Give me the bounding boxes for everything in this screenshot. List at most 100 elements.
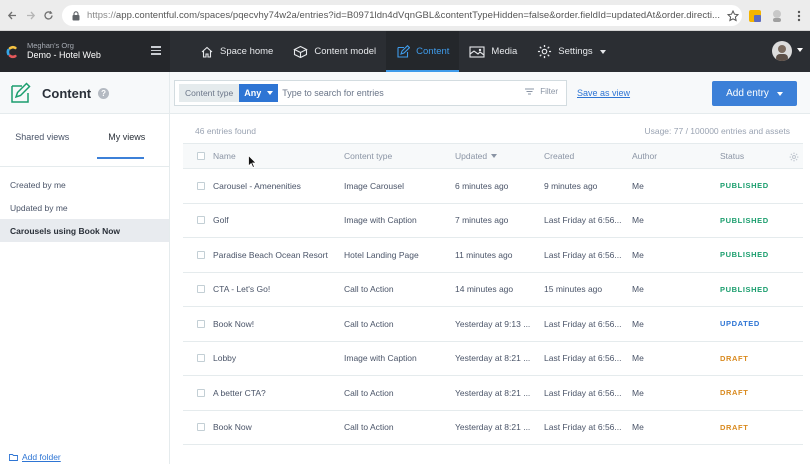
table-row[interactable]: Book Now! Call to Action Yesterday at 9:13… <box>183 307 803 342</box>
space-switcher[interactable]: Meghan's Org Demo - Hotel Web <box>0 31 170 72</box>
column-header-created[interactable]: Created <box>544 144 629 168</box>
status-badge: DRAFT <box>720 388 749 398</box>
content-type-select[interactable]: Any <box>239 84 279 102</box>
entry-content-type: Image with Caption <box>344 215 417 226</box>
entry-created: 9 minutes ago <box>544 180 598 191</box>
entry-updated: 11 minutes ago <box>455 249 513 260</box>
star-icon[interactable] <box>722 5 744 27</box>
back-icon[interactable] <box>3 5 21 25</box>
entry-author: Me <box>632 387 644 398</box>
forward-icon[interactable] <box>21 5 39 25</box>
view-created-by-me[interactable]: Created by me <box>0 173 169 196</box>
table-row[interactable]: A better CTA? Call to Action Yesterday at … <box>183 376 803 411</box>
table-row[interactable]: Golf Image with Caption 7 minutes ago Last … <box>183 204 803 238</box>
table-row[interactable]: CTA - Let's Go! Call to Action 14 minutes … <box>183 273 803 307</box>
entry-created: Last Friday at 6:56... <box>544 215 622 226</box>
add-folder-link[interactable]: Add folder <box>9 452 61 462</box>
add-entry-button[interactable]: Add entry <box>712 81 797 106</box>
folder-icon <box>9 453 18 461</box>
user-avatar[interactable] <box>772 41 792 61</box>
url-text: https://app.contentful.com/spaces/pqecvh… <box>87 10 720 21</box>
entry-name: Paradise Beach Ocean Resort <box>213 249 328 260</box>
add-folder-label: Add folder <box>22 452 61 462</box>
nav-media[interactable]: Media <box>459 31 527 72</box>
table-row[interactable]: Carousel - Amenenities Image Carousel 6 mi… <box>183 169 803 204</box>
select-all-checkbox[interactable] <box>197 152 205 160</box>
entry-author: Me <box>632 180 644 191</box>
status-badge: UPDATED <box>720 319 760 329</box>
entry-name: Book Now! <box>213 318 255 329</box>
entry-created: Last Friday at 6:56... <box>544 422 622 433</box>
entry-updated: Yesterday at 8:21 ... <box>455 387 531 398</box>
table-row[interactable]: Paradise Beach Ocean Resort Hotel Landing… <box>183 238 803 273</box>
entry-created: Last Friday at 6:56... <box>544 387 622 398</box>
chrome-menu-icon[interactable] <box>788 5 810 27</box>
entry-updated: Yesterday at 8:21 ... <box>455 422 531 433</box>
help-icon[interactable]: ? <box>98 87 110 99</box>
search-input[interactable] <box>282 83 503 103</box>
save-as-view-link[interactable]: Save as view <box>577 88 630 98</box>
address-bar[interactable]: https://app.contentful.com/spaces/pqecvh… <box>62 5 742 26</box>
content-edit-icon <box>10 82 34 104</box>
nav-space-home[interactable]: Space home <box>190 31 283 72</box>
entry-author: Me <box>632 284 644 295</box>
tab-shared-views[interactable]: Shared views <box>0 114 85 160</box>
status-badge: PUBLISHED <box>720 215 769 225</box>
nav-label: Content model <box>314 46 377 57</box>
row-checkbox[interactable] <box>197 216 205 225</box>
entry-content-type: Call to Action <box>344 387 394 398</box>
filter-button[interactable]: Filter <box>525 87 558 96</box>
status-badge: PUBLISHED <box>720 250 769 260</box>
row-checkbox[interactable] <box>197 388 205 397</box>
table-row[interactable]: Book Now Call to Action Yesterday at 8:21 … <box>183 411 803 445</box>
column-header-author[interactable]: Author <box>632 144 692 168</box>
entry-author: Me <box>632 249 644 260</box>
entry-search: Content type Any Filter <box>174 80 567 106</box>
nav-settings[interactable]: Settings <box>527 31 615 72</box>
filter-label: Filter <box>540 87 558 96</box>
reload-icon[interactable] <box>39 5 57 25</box>
entry-created: Last Friday at 6:56... <box>544 353 622 364</box>
entry-author: Me <box>632 422 644 433</box>
entry-content-type: Call to Action <box>344 318 394 329</box>
gear-icon <box>537 44 552 59</box>
entry-name: CTA - Let's Go! <box>213 284 271 295</box>
column-settings-gear-icon[interactable] <box>789 152 799 164</box>
row-checkbox[interactable] <box>197 319 205 328</box>
row-checkbox[interactable] <box>197 423 205 432</box>
entry-created: Last Friday at 6:56... <box>544 318 622 329</box>
nav-label: Media <box>491 46 518 57</box>
table-row[interactable]: Lobby Image with Caption Yesterday at 8:21… <box>183 342 803 376</box>
nav-content[interactable]: Content <box>386 31 460 72</box>
menu-icon[interactable] <box>151 46 161 55</box>
entry-updated: Yesterday at 9:13 ... <box>455 318 531 329</box>
column-header-name[interactable]: Name <box>213 144 338 168</box>
tab-my-views[interactable]: My views <box>85 114 170 160</box>
row-checkbox[interactable] <box>197 181 205 190</box>
table-header: Name Content type Updated Created Author… <box>183 143 803 169</box>
nav-content-model[interactable]: Content model <box>283 31 386 72</box>
entry-updated: 7 minutes ago <box>455 215 509 226</box>
row-checkbox[interactable] <box>197 285 205 294</box>
page-title: Content <box>42 85 92 101</box>
chevron-down-icon <box>599 49 606 54</box>
row-checkbox[interactable] <box>197 250 205 259</box>
column-header-content-type[interactable]: Content type <box>344 144 449 168</box>
extension-icon[interactable] <box>744 5 766 27</box>
mouse-cursor-icon <box>248 155 257 168</box>
entries-panel: 46 entries found Usage: 77 / 100000 entr… <box>171 114 810 464</box>
content-header: Content ? Content type Any Filter Save a… <box>0 72 810 114</box>
column-header-status[interactable]: Status <box>720 144 790 168</box>
entry-author: Me <box>632 353 644 364</box>
row-checkbox[interactable] <box>197 354 205 363</box>
space-name: Demo - Hotel Web <box>27 50 101 61</box>
status-badge: DRAFT <box>720 422 749 432</box>
view-carousels-using-book-now[interactable]: Carousels using Book Now <box>0 219 169 242</box>
lock-icon <box>70 10 81 21</box>
avatar-chevron-down-icon[interactable] <box>797 48 803 52</box>
view-updated-by-me[interactable]: Updated by me <box>0 196 169 219</box>
cube-icon <box>293 45 309 59</box>
status-badge: PUBLISHED <box>720 284 769 294</box>
profile-extension-icon[interactable] <box>766 5 788 27</box>
column-header-updated[interactable]: Updated <box>455 144 539 168</box>
